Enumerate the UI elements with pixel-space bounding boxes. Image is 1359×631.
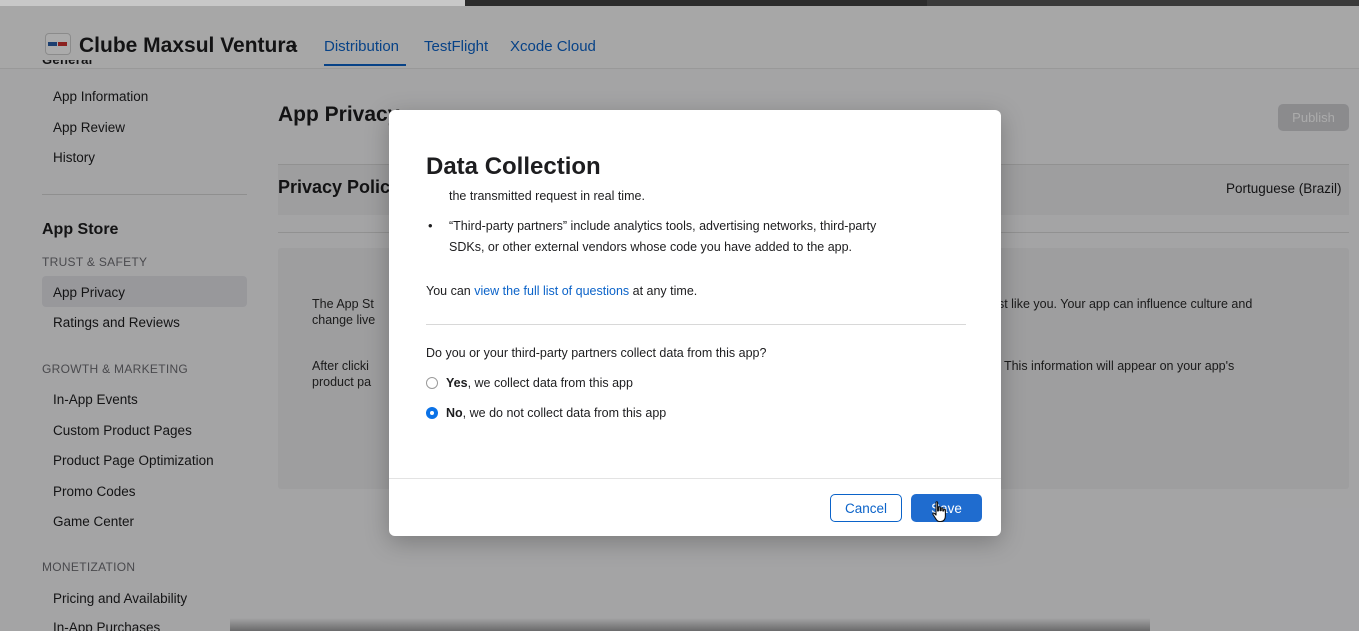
- option-yes-label[interactable]: Yes, we collect data from this app: [446, 376, 633, 390]
- dialog-bullet-text: “Third-party partners” include analytics…: [449, 219, 877, 233]
- option-no-rest: , we do not collect data from this app: [462, 406, 667, 420]
- radio-yes[interactable]: [426, 377, 438, 389]
- text-suffix: at any time.: [629, 284, 698, 298]
- dialog-title: Data Collection: [426, 153, 601, 180]
- option-yes-bold: Yes: [446, 376, 468, 390]
- hand-cursor-icon: [932, 501, 946, 523]
- dialog-bullet-text: SDKs, or other external vendors whose co…: [449, 240, 853, 254]
- option-no-bold: No: [446, 406, 463, 420]
- bottom-shadow: [230, 618, 1150, 631]
- dialog-text: the transmitted request in real time.: [449, 189, 645, 203]
- option-yes-rest: , we collect data from this app: [467, 376, 633, 390]
- text-prefix: You can: [426, 284, 475, 298]
- collection-question: Do you or your third-party partners coll…: [426, 346, 767, 360]
- dialog-footer-divider: [389, 478, 1001, 479]
- bullet-icon: •: [428, 218, 433, 233]
- radio-no[interactable]: [426, 407, 438, 419]
- dialog-questions-text: You can view the full list of questions …: [426, 284, 697, 298]
- dialog-divider: [426, 324, 966, 325]
- cancel-button[interactable]: Cancel: [830, 494, 902, 522]
- option-no-label[interactable]: No, we do not collect data from this app: [446, 406, 666, 420]
- view-questions-link[interactable]: view the full list of questions: [474, 284, 629, 298]
